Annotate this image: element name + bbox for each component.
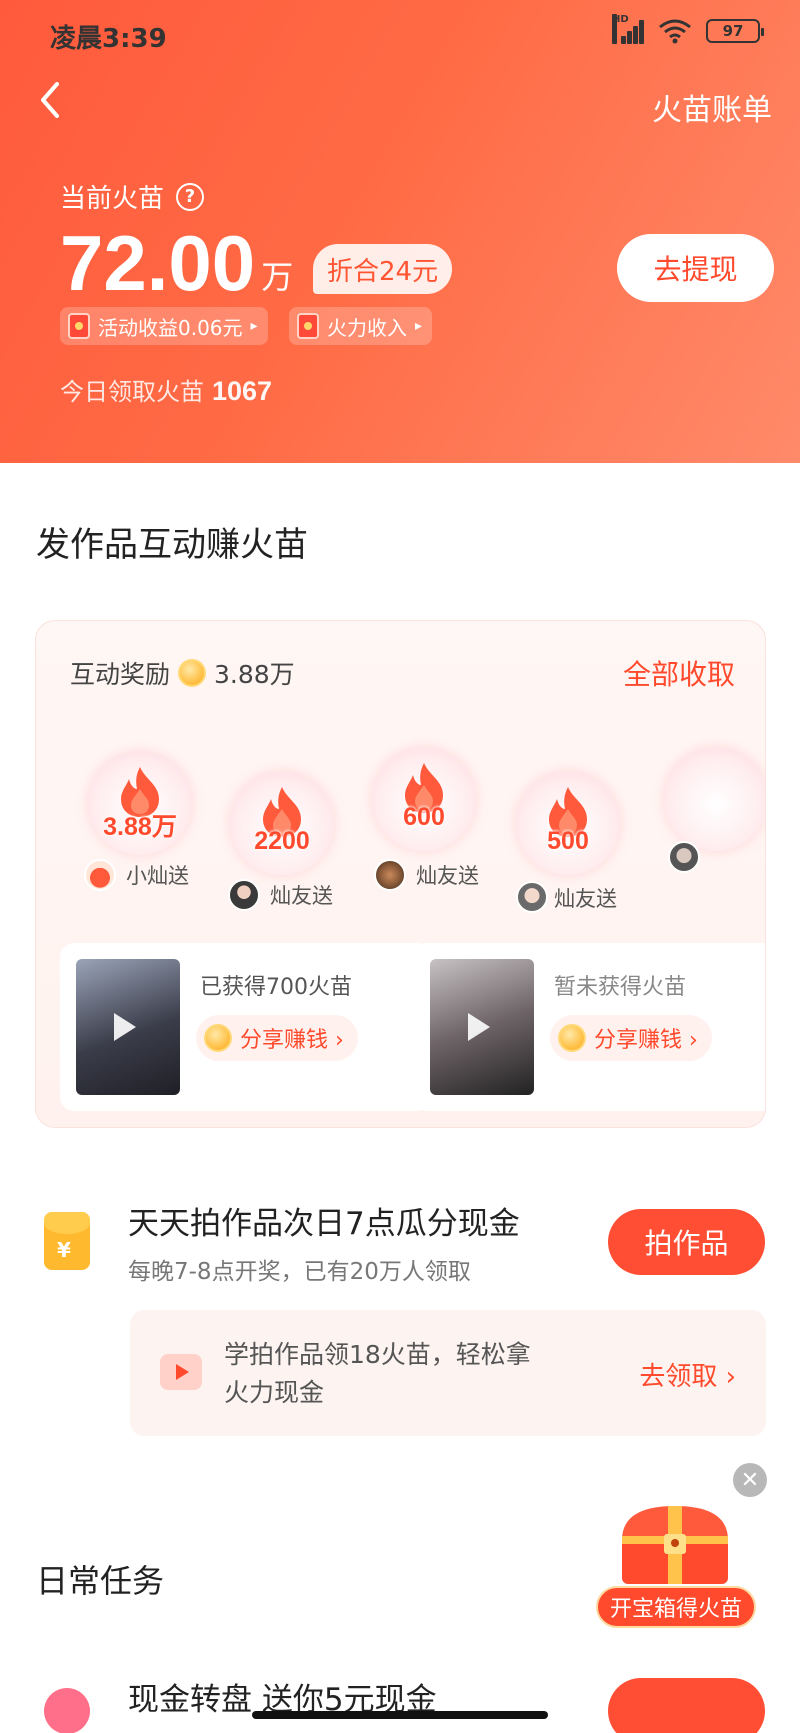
shoot-work-button[interactable]: 拍作品 (608, 1209, 765, 1275)
balance-unit: 万 (261, 258, 294, 296)
fire-bubble[interactable] (664, 747, 765, 851)
avatar (374, 859, 406, 891)
caret-right-icon: ▸ (250, 318, 258, 334)
help-icon[interactable]: ? (176, 182, 205, 211)
reward-label: 互动奖励 (70, 660, 171, 689)
bubble-amount: 3.88万 (103, 813, 177, 841)
fire-bubble[interactable]: 3.88万 (88, 751, 192, 855)
task-title: 天天拍作品次日7点瓜分现金 (128, 1206, 520, 1242)
section-title: 发作品互动赚火苗 (36, 525, 308, 565)
share-label: 分享赚钱 › (594, 1028, 698, 1053)
avatar (84, 859, 116, 891)
bubble-sender: 小灿送 (84, 859, 189, 891)
promo-text: 学拍作品领18火苗，轻松拿火力现金 (224, 1340, 531, 1407)
reward-summary: 互动奖励 3.88万 (70, 655, 295, 691)
home-indicator[interactable] (252, 1711, 548, 1719)
bubble-sender: 灿友送 (228, 879, 333, 911)
work-card[interactable]: 已获得700火苗 分享赚钱 › (60, 943, 432, 1111)
work-thumbnail[interactable] (430, 959, 534, 1095)
cash-wheel-task: 现金转盘 送你5元现金 (0, 1666, 800, 1733)
sender-name: 小灿送 (126, 864, 189, 888)
work-status: 已获得700火苗 (200, 975, 352, 1000)
bubble-sender (516, 881, 548, 913)
avatar (668, 841, 700, 873)
caret-right-icon: ▸ (415, 318, 423, 334)
status-icons: HD 97 (612, 14, 764, 44)
wheel-icon (44, 1688, 90, 1733)
chip-label: 活动收益0.06元 (98, 315, 243, 340)
share-earn-button[interactable]: 分享赚钱 › (196, 1015, 358, 1061)
header-banner: 凌晨3:39 HD 97 火苗账单 当前火苗 ? 72.00 万 折合24元 去… (0, 0, 800, 463)
fire-income-chip[interactable]: 火力收入 ▸ (289, 307, 433, 345)
balance-label-text: 当前火苗 (60, 184, 165, 214)
work-card[interactable]: 暂未获得火苗 分享赚钱 › (414, 943, 765, 1111)
interaction-rewards-card: 互动奖励 3.88万 全部收取 3.88万 小灿送 2200 灿友送 600 灿… (35, 620, 766, 1128)
equivalent-badge: 折合24元 (313, 244, 453, 294)
balance-number: 72.00 (60, 219, 256, 307)
task-button[interactable] (608, 1678, 765, 1733)
close-icon[interactable]: ✕ (733, 1463, 767, 1497)
sender-name: 灿友送 (554, 887, 617, 911)
work-status: 暂未获得火苗 (554, 975, 687, 1000)
play-icon (468, 1013, 490, 1041)
play-icon (114, 1013, 136, 1041)
chevron-left-icon (41, 82, 59, 118)
status-bar: 凌晨3:39 HD 97 (0, 0, 800, 70)
fire-bubble[interactable]: 2200 (230, 771, 334, 875)
withdraw-button[interactable]: 去提现 (617, 234, 774, 302)
bubble-amount: 2200 (254, 827, 310, 855)
tutorial-promo[interactable]: 学拍作品领18火苗，轻松拿火力现金 去领取 › (130, 1310, 766, 1436)
collect-all-button[interactable]: 全部收取 (623, 653, 735, 693)
red-envelope-icon: ¥ (44, 1212, 90, 1270)
balance-value: 72.00 万 (60, 222, 293, 304)
bubble-amount: 500 (547, 827, 589, 855)
avatar (516, 881, 548, 913)
bill-link[interactable]: 火苗账单 (652, 85, 772, 129)
coin-icon (558, 1024, 586, 1052)
share-earn-button[interactable]: 分享赚钱 › (550, 1015, 712, 1061)
yuan-glyph: ¥ (57, 1238, 71, 1262)
bubble-sender: 灿友送 (374, 859, 479, 891)
status-time: 凌晨3:39 (50, 24, 167, 54)
bubble-sender-name: 灿友送 (554, 883, 617, 913)
signal-icon: HD (612, 14, 644, 44)
balance-label: 当前火苗 ? (60, 178, 205, 215)
claim-link[interactable]: 去领取 › (639, 1356, 736, 1393)
coin-icon (204, 1024, 232, 1052)
activity-income-chip[interactable]: 活动收益0.06元 ▸ (60, 307, 268, 345)
video-play-icon (160, 1354, 202, 1390)
task-subtitle: 每晚7-8点开奖，已有20万人领取 (128, 1259, 471, 1285)
reward-value: 3.88万 (214, 660, 295, 689)
battery-icon: 97 (706, 19, 764, 43)
bubble-amount: 600 (403, 803, 445, 831)
daily-tasks-title: 日常任务 (36, 1562, 165, 1600)
today-received: 今日领取火苗 1067 (60, 372, 272, 407)
share-label: 分享赚钱 › (240, 1028, 344, 1053)
sender-name: 灿友送 (416, 864, 479, 888)
avatar (228, 879, 260, 911)
today-value: 1067 (212, 376, 273, 406)
work-thumbnail[interactable] (76, 959, 180, 1095)
treasure-chest-label[interactable]: 开宝箱得火苗 (596, 1586, 757, 1628)
fire-power-icon (297, 313, 319, 339)
fire-bubble[interactable]: 600 (372, 747, 476, 851)
chip-label: 火力收入 (327, 315, 407, 340)
wifi-icon (659, 19, 691, 44)
bubble-sender (668, 841, 700, 873)
sender-name: 灿友送 (270, 884, 333, 908)
hd-label: HD (612, 14, 629, 44)
back-button[interactable] (30, 78, 70, 122)
red-envelope-icon (68, 313, 90, 339)
coin-icon (178, 659, 207, 687)
fire-bubble[interactable]: 500 (516, 771, 620, 875)
today-label: 今日领取火苗 (60, 378, 204, 406)
treasure-chest-icon[interactable] (612, 1500, 738, 1588)
